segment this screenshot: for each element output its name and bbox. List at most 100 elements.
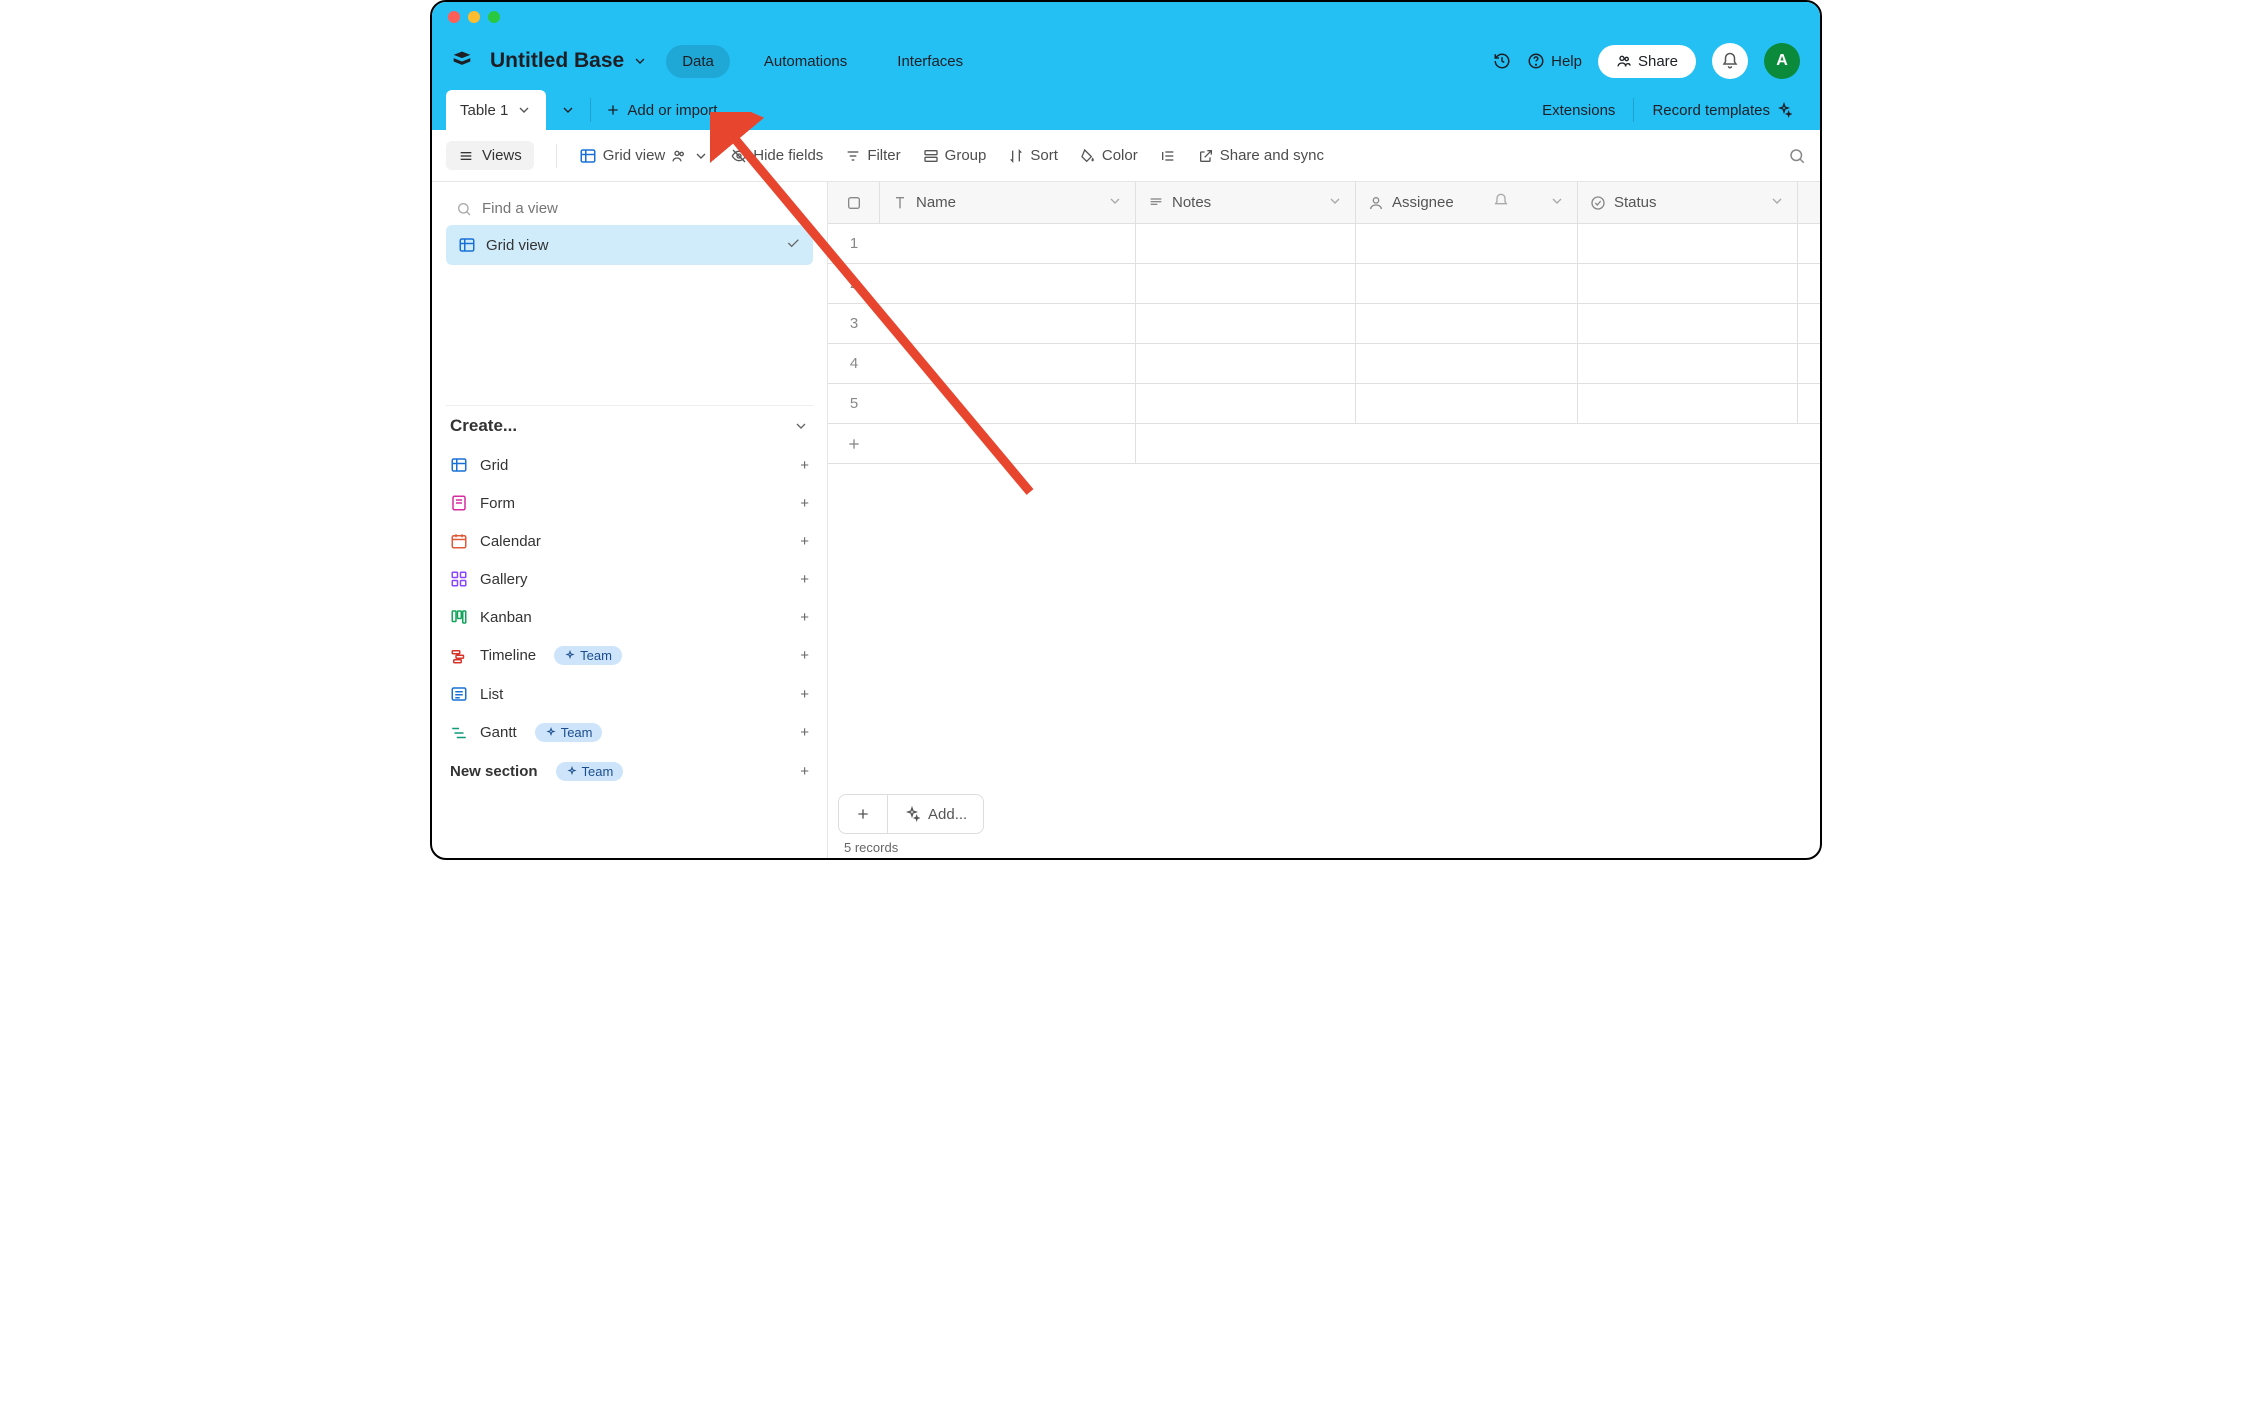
- share-button[interactable]: Share: [1598, 45, 1696, 78]
- cell-assignee[interactable]: [1356, 384, 1578, 423]
- grid-row[interactable]: 1: [828, 224, 1820, 264]
- row-number[interactable]: 2: [828, 264, 880, 303]
- color-button[interactable]: Color: [1080, 147, 1138, 164]
- create-header-label: Create...: [450, 416, 517, 436]
- cell-status[interactable]: [1578, 224, 1798, 263]
- cell-notes[interactable]: [1136, 224, 1356, 263]
- row-number[interactable]: 1: [828, 224, 880, 263]
- add-or-import-label: Add or import: [627, 102, 717, 119]
- select-all-checkbox[interactable]: [828, 182, 880, 223]
- cell-status[interactable]: [1578, 264, 1798, 303]
- user-icon: [1368, 195, 1384, 211]
- help-icon: [1527, 52, 1545, 70]
- hide-fields-button[interactable]: Hide fields: [731, 147, 823, 164]
- add-or-import-button[interactable]: Add or import: [591, 90, 731, 130]
- column-header-notes[interactable]: Notes: [1136, 182, 1356, 223]
- column-header-name[interactable]: Name: [880, 182, 1136, 223]
- history-button[interactable]: [1493, 52, 1511, 70]
- cell-assignee[interactable]: [1356, 344, 1578, 383]
- create-gantt-view[interactable]: Gantt Team +: [446, 713, 813, 752]
- create-section-header[interactable]: Create...: [446, 405, 813, 446]
- cell-assignee[interactable]: [1356, 264, 1578, 303]
- create-calendar-view[interactable]: Calendar +: [446, 522, 813, 560]
- row-number[interactable]: 4: [828, 344, 880, 383]
- search-button[interactable]: [1788, 147, 1806, 165]
- views-list-grid-view[interactable]: Grid view: [446, 225, 813, 265]
- bell-icon: [1721, 52, 1739, 70]
- create-list-view[interactable]: List +: [446, 675, 813, 713]
- views-list-grid-view-label: Grid view: [486, 237, 549, 254]
- window-minimize-icon[interactable]: [468, 11, 480, 23]
- cell-status[interactable]: [1578, 384, 1798, 423]
- views-button[interactable]: Views: [446, 141, 534, 170]
- cell-assignee[interactable]: [1356, 224, 1578, 263]
- create-timeline-view[interactable]: Timeline Team +: [446, 636, 813, 675]
- create-gantt-label: Gantt: [480, 724, 517, 741]
- current-view-label: Grid view: [603, 147, 666, 164]
- create-gallery-view[interactable]: Gallery +: [446, 560, 813, 598]
- record-templates-button[interactable]: Record templates: [1634, 90, 1810, 130]
- nav-tab-data[interactable]: Data: [666, 45, 730, 78]
- team-badge: Team: [535, 723, 603, 742]
- cell-name[interactable]: [880, 224, 1136, 263]
- create-form-view[interactable]: Form +: [446, 484, 813, 522]
- filter-button[interactable]: Filter: [845, 147, 900, 164]
- plus-icon: +: [800, 686, 809, 703]
- help-button[interactable]: Help: [1527, 52, 1582, 70]
- cell-status[interactable]: [1578, 344, 1798, 383]
- nav-tab-automations[interactable]: Automations: [748, 45, 863, 78]
- window-zoom-icon[interactable]: [488, 11, 500, 23]
- cell-notes[interactable]: [1136, 344, 1356, 383]
- grid-row[interactable]: 2: [828, 264, 1820, 304]
- column-header-status[interactable]: Status: [1578, 182, 1798, 223]
- group-button[interactable]: Group: [923, 147, 987, 164]
- paint-bucket-icon: [1080, 148, 1096, 164]
- cell-notes[interactable]: [1136, 304, 1356, 343]
- base-title[interactable]: Untitled Base: [490, 49, 648, 73]
- cell-name[interactable]: [880, 264, 1136, 303]
- cell-name[interactable]: [880, 384, 1136, 423]
- grid-row[interactable]: 3: [828, 304, 1820, 344]
- column-header-assignee[interactable]: Assignee: [1356, 182, 1578, 223]
- cell-status[interactable]: [1578, 304, 1798, 343]
- create-new-section[interactable]: New section Team +: [446, 752, 813, 791]
- checkbox-icon: [846, 195, 862, 211]
- column-header-name-label: Name: [916, 194, 956, 211]
- nav-tab-interfaces[interactable]: Interfaces: [881, 45, 979, 78]
- find-view-field[interactable]: [482, 200, 803, 217]
- cell-name[interactable]: [880, 344, 1136, 383]
- add-row-cell[interactable]: [1136, 424, 1820, 463]
- add-menu-button[interactable]: Add...: [887, 795, 983, 833]
- extensions-button[interactable]: Extensions: [1524, 90, 1633, 130]
- grid-footer: Add... 5 records: [828, 788, 1820, 858]
- grid-row[interactable]: 4: [828, 344, 1820, 384]
- cell-assignee[interactable]: [1356, 304, 1578, 343]
- nav-tab-data-label: Data: [682, 53, 714, 70]
- row-number[interactable]: 5: [828, 384, 880, 423]
- find-view-input[interactable]: [446, 192, 813, 225]
- row-height-button[interactable]: [1160, 148, 1176, 164]
- notifications-button[interactable]: [1712, 43, 1748, 79]
- table-tab-menu-button[interactable]: [546, 90, 590, 130]
- add-row-button[interactable]: [828, 424, 1820, 464]
- share-sync-button[interactable]: Share and sync: [1198, 147, 1324, 164]
- create-grid-view[interactable]: Grid +: [446, 446, 813, 484]
- add-row-cell[interactable]: [880, 424, 1136, 463]
- cell-notes[interactable]: [1136, 384, 1356, 423]
- window-close-icon[interactable]: [448, 11, 460, 23]
- table-tab-1[interactable]: Table 1: [446, 90, 546, 130]
- help-label: Help: [1551, 53, 1582, 70]
- sort-button[interactable]: Sort: [1008, 147, 1058, 164]
- row-number[interactable]: 3: [828, 304, 880, 343]
- grid-row[interactable]: 5: [828, 384, 1820, 424]
- current-view-button[interactable]: Grid view: [579, 147, 710, 165]
- team-badge: Team: [554, 646, 622, 665]
- add-record-button[interactable]: [839, 795, 887, 833]
- create-kanban-view[interactable]: Kanban +: [446, 598, 813, 636]
- user-avatar[interactable]: A: [1764, 43, 1800, 79]
- chevron-down-icon: [793, 418, 809, 434]
- people-icon: [671, 148, 687, 164]
- cell-name[interactable]: [880, 304, 1136, 343]
- cell-notes[interactable]: [1136, 264, 1356, 303]
- extensions-label: Extensions: [1542, 102, 1615, 119]
